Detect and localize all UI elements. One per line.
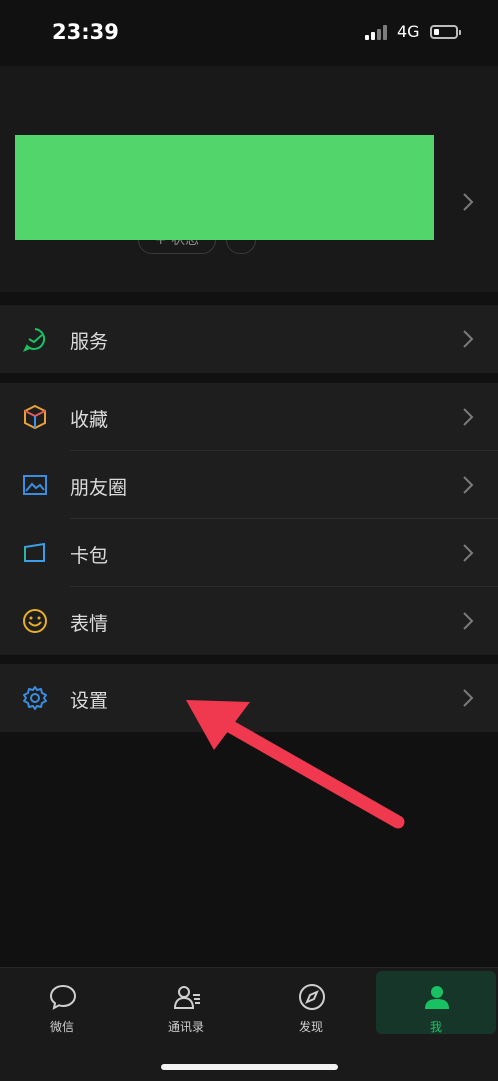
menu-item-moments[interactable]: 朋友圈 xyxy=(0,451,498,519)
chevron-right-icon xyxy=(463,612,474,630)
chat-bubble-icon xyxy=(49,984,77,1010)
menu-item-favorites[interactable]: 收藏 xyxy=(0,383,498,451)
cube-icon xyxy=(24,404,46,430)
chevron-right-icon xyxy=(463,193,474,211)
status-bar: 23:39 4G xyxy=(0,0,498,66)
tab-contacts[interactable]: 通讯录 xyxy=(126,968,246,1036)
picture-icon xyxy=(23,475,47,495)
menu-label: 设置 xyxy=(70,690,109,712)
tab-discover[interactable]: 发现 xyxy=(251,968,371,1036)
tools-section: 收藏 朋友圈 卡包 表情 xyxy=(0,383,498,655)
chevron-right-icon xyxy=(463,476,474,494)
menu-label: 表情 xyxy=(70,613,109,635)
menu-item-services[interactable]: 服务 xyxy=(0,305,498,373)
person-icon xyxy=(425,986,449,1009)
signal-icon xyxy=(365,24,393,40)
smiley-icon xyxy=(23,609,47,633)
wallet-icon xyxy=(24,542,45,562)
menu-label: 服务 xyxy=(70,331,109,353)
menu-item-settings[interactable]: 设置 xyxy=(0,664,498,732)
chevron-right-icon xyxy=(463,330,474,348)
settings-section: 设置 xyxy=(0,664,498,732)
tab-label: 我 xyxy=(429,1020,442,1034)
menu-label: 朋友圈 xyxy=(70,477,128,499)
redaction-block xyxy=(15,135,434,240)
gear-icon xyxy=(23,686,47,710)
network-type: 4G xyxy=(397,22,420,41)
menu-label: 收藏 xyxy=(70,409,109,431)
services-icon xyxy=(22,328,46,352)
chevron-right-icon xyxy=(463,689,474,707)
tab-chats[interactable]: 微信 xyxy=(2,968,122,1036)
status-time: 23:39 xyxy=(52,20,119,44)
chevron-right-icon xyxy=(463,408,474,426)
compass-icon xyxy=(299,984,325,1010)
tab-label: 通讯录 xyxy=(167,1020,204,1034)
menu-item-cards[interactable]: 卡包 xyxy=(0,519,498,587)
menu-label: 卡包 xyxy=(70,545,109,567)
tab-label: 微信 xyxy=(49,1020,74,1034)
contacts-icon xyxy=(173,986,200,1009)
battery-icon xyxy=(430,25,461,39)
services-section: 服务 xyxy=(0,305,498,373)
tab-me[interactable]: 我 xyxy=(376,971,496,1034)
chevron-right-icon xyxy=(463,544,474,562)
home-indicator[interactable] xyxy=(161,1064,338,1070)
tab-label: 发现 xyxy=(298,1020,323,1034)
menu-item-stickers[interactable]: 表情 xyxy=(0,587,498,655)
